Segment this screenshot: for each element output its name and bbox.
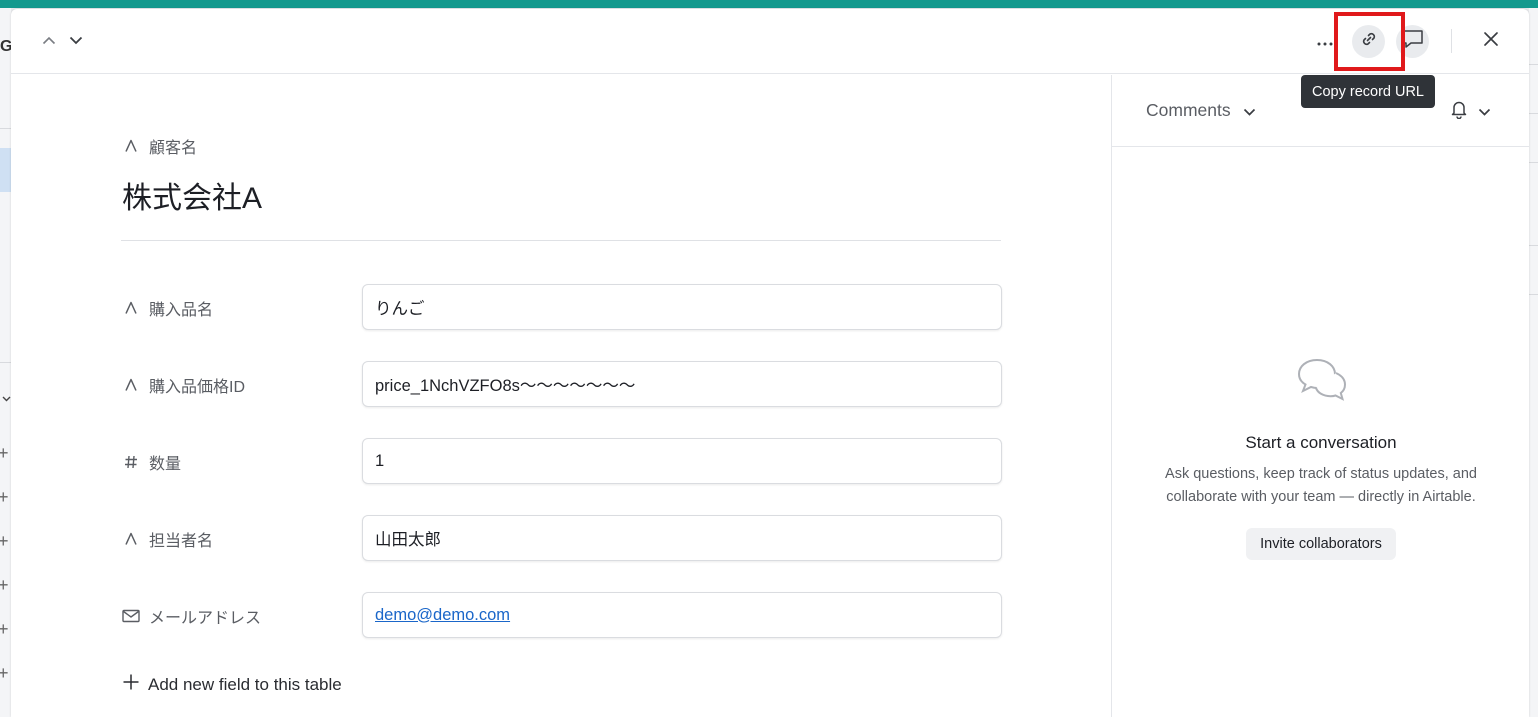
header-divider bbox=[1451, 29, 1452, 53]
title-divider bbox=[121, 240, 1001, 241]
ellipsis-icon bbox=[1317, 33, 1333, 51]
empty-state-description: Ask questions, keep track of status upda… bbox=[1165, 466, 1477, 505]
field-row: 担当者名 山田太郎 bbox=[122, 515, 1002, 561]
next-record-button[interactable] bbox=[66, 31, 86, 51]
text-field-icon bbox=[122, 530, 140, 548]
comments-panel-header: Comments bbox=[1112, 75, 1529, 147]
comment-icon bbox=[1402, 29, 1424, 54]
invite-collaborators-button[interactable]: Invite collaborators bbox=[1246, 528, 1396, 560]
background-selected-row bbox=[0, 148, 11, 192]
link-icon bbox=[1360, 30, 1378, 53]
add-field-button[interactable]: Add new field to this table bbox=[122, 673, 342, 696]
text-field-icon bbox=[122, 299, 140, 317]
field-input[interactable]: 1 bbox=[362, 438, 1002, 484]
field-value: 山田太郎 bbox=[375, 531, 441, 549]
field-label-text: 担当者名 bbox=[149, 533, 214, 550]
background-plus-icon: + bbox=[0, 619, 9, 639]
field-label: メールアドレス bbox=[122, 604, 261, 628]
field-label-text: 購入品価格ID bbox=[149, 379, 246, 396]
copy-record-url-button[interactable] bbox=[1352, 25, 1385, 58]
background-plus-icon: + bbox=[0, 663, 9, 683]
field-row: メールアドレス demo@demo.com bbox=[122, 592, 1002, 638]
field-label: 購入品価格ID bbox=[122, 373, 245, 397]
chevron-down-icon bbox=[69, 32, 83, 50]
chevron-down-icon bbox=[1243, 100, 1256, 121]
email-link[interactable]: demo@demo.com bbox=[375, 606, 510, 625]
field-value: 1 bbox=[375, 451, 385, 470]
modal-header bbox=[11, 9, 1529, 74]
field-label-text: 数量 bbox=[149, 456, 182, 473]
chevron-up-icon bbox=[42, 32, 56, 50]
field-label-text: メールアドレス bbox=[149, 610, 262, 627]
conversation-icon bbox=[1297, 357, 1347, 408]
background-plus-icon: + bbox=[0, 575, 9, 595]
field-row: 購入品価格ID price_1NchVZFO8s〜〜〜〜〜〜〜 bbox=[122, 361, 1002, 407]
primary-field-label-text: 顧客名 bbox=[149, 140, 198, 157]
background-right-edge bbox=[1529, 8, 1538, 717]
field-label-text: 購入品名 bbox=[149, 302, 214, 319]
field-input[interactable]: 山田太郎 bbox=[362, 515, 1002, 561]
record-title[interactable]: 株式会社A bbox=[122, 173, 262, 217]
plus-icon bbox=[122, 673, 140, 696]
record-expanded-modal: Copy record URL 顧客名 株式会社A 購入品名 りんご 購入品価格… bbox=[11, 9, 1529, 717]
field-value: price_1NchVZFO8s〜〜〜〜〜〜〜 bbox=[375, 377, 636, 395]
notifications-dropdown[interactable] bbox=[1450, 99, 1491, 124]
field-row: 数量 1 bbox=[122, 438, 1002, 484]
background-chevron-icon bbox=[2, 393, 11, 405]
comments-dropdown-label: Comments bbox=[1146, 100, 1231, 120]
empty-state-title: Start a conversation bbox=[1245, 433, 1397, 452]
background-plus-icon: + bbox=[0, 531, 9, 551]
field-input[interactable]: りんご bbox=[362, 284, 1002, 330]
field-label: 数量 bbox=[122, 450, 181, 474]
bell-icon bbox=[1450, 99, 1468, 124]
text-field-icon bbox=[122, 376, 140, 394]
number-field-icon bbox=[122, 453, 140, 471]
field-input[interactable]: price_1NchVZFO8s〜〜〜〜〜〜〜 bbox=[362, 361, 1002, 407]
previous-record-button[interactable] bbox=[39, 31, 59, 51]
background-plus-icon: + bbox=[0, 443, 9, 463]
comments-panel: Comments Start a conversation Ask questi… bbox=[1111, 75, 1529, 717]
field-row: 購入品名 りんご bbox=[122, 284, 1002, 330]
comments-filter-dropdown[interactable]: Comments bbox=[1146, 100, 1256, 121]
email-field-icon bbox=[122, 607, 140, 625]
close-button[interactable] bbox=[1474, 25, 1507, 58]
more-options-button[interactable] bbox=[1308, 25, 1341, 58]
record-fields-area: 顧客名 株式会社A 購入品名 りんご 購入品価格ID price_1NchVZF… bbox=[11, 75, 1111, 717]
field-input[interactable]: demo@demo.com bbox=[362, 592, 1002, 638]
close-icon bbox=[1483, 31, 1499, 52]
primary-field-label: 顧客名 bbox=[122, 134, 197, 158]
field-label: 購入品名 bbox=[122, 296, 213, 320]
add-field-label: Add new field to this table bbox=[148, 674, 342, 694]
toggle-comments-button[interactable] bbox=[1396, 25, 1429, 58]
background-left-edge: G + + + + + + bbox=[0, 8, 12, 717]
app-top-bar bbox=[0, 0, 1538, 8]
background-plus-icon: + bbox=[0, 487, 9, 507]
text-field-icon bbox=[122, 137, 140, 155]
field-value: りんご bbox=[375, 300, 425, 318]
field-label: 担当者名 bbox=[122, 527, 213, 551]
chevron-down-icon bbox=[1478, 103, 1491, 121]
